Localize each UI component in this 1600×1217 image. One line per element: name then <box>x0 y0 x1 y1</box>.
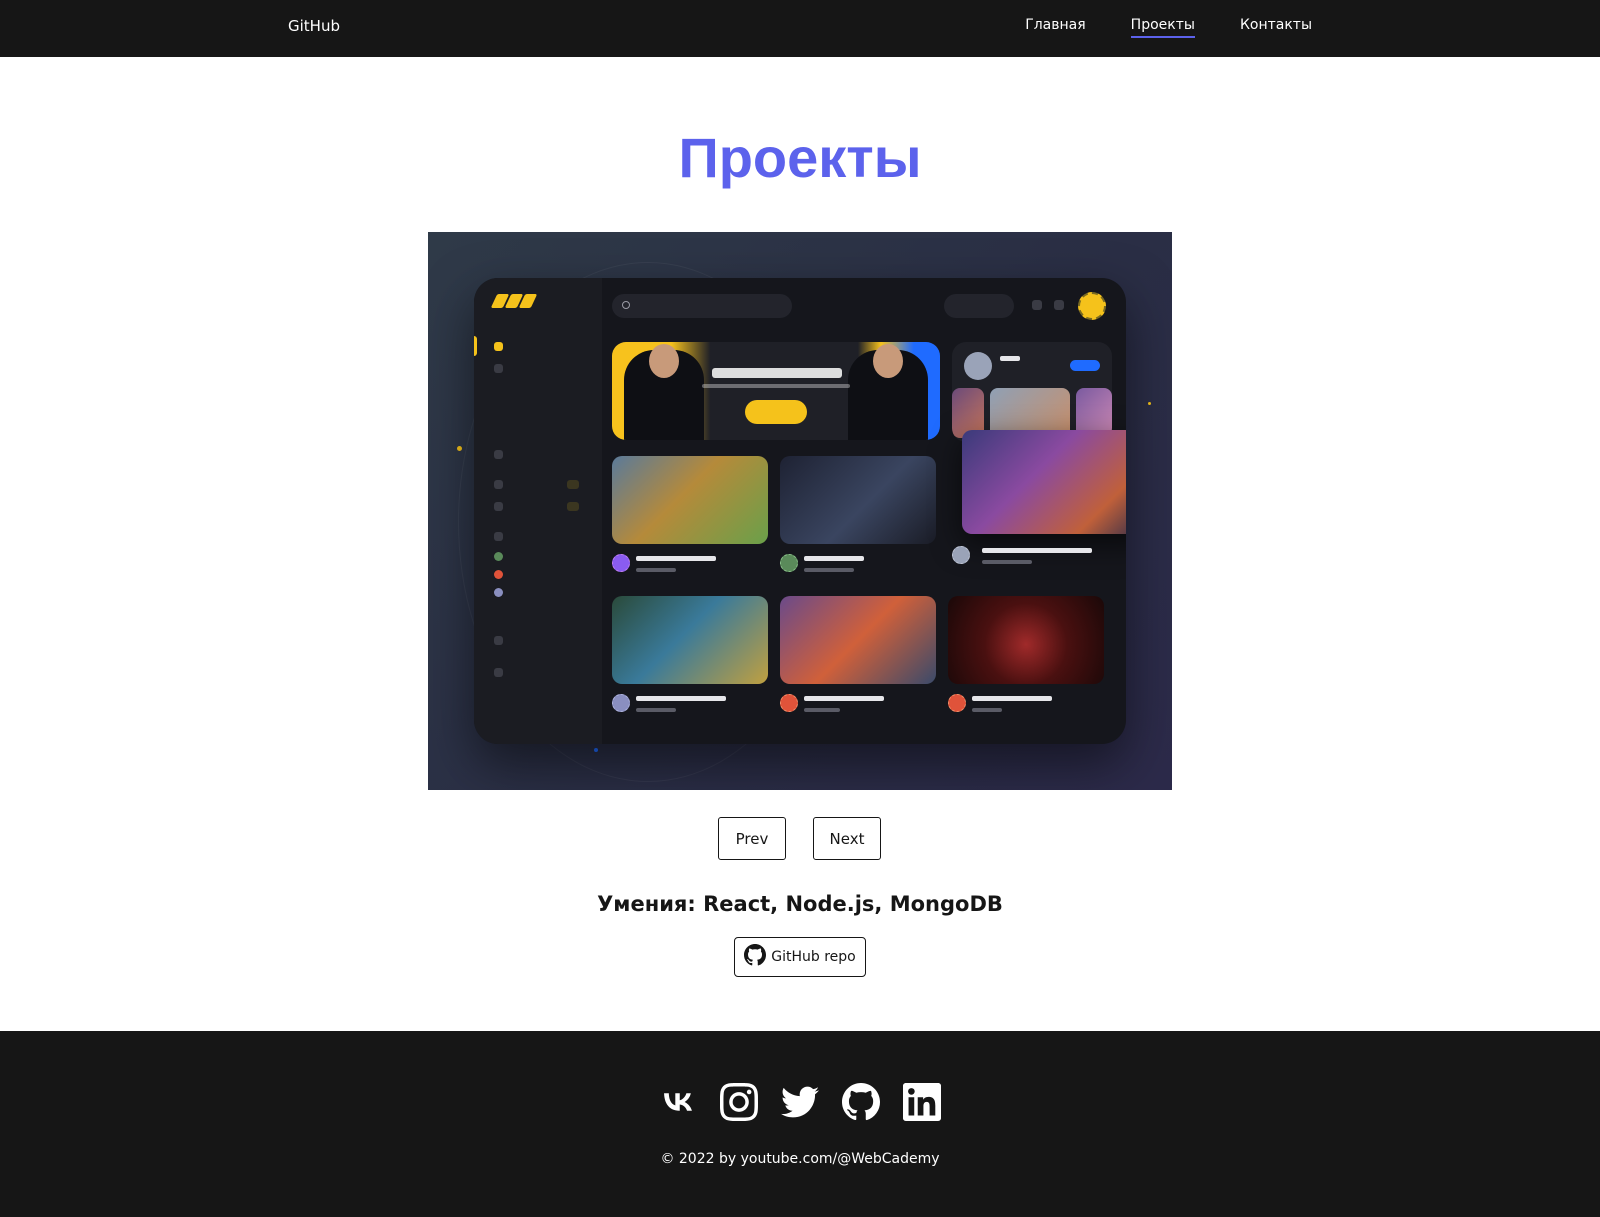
mock-video-subtitle <box>804 568 854 572</box>
nav-item-home[interactable]: Главная <box>1025 17 1085 38</box>
decorative-dot <box>1148 402 1151 405</box>
page-title: Проекты <box>678 126 922 189</box>
mock-video-subtitle <box>636 708 676 712</box>
mock-channel-avatar <box>612 554 630 572</box>
mock-video-thumbnail <box>612 596 768 684</box>
mock-sidebar <box>474 278 602 744</box>
mock-channel-avatar <box>780 554 798 572</box>
mock-playlist-icon <box>494 480 503 489</box>
main-nav: Главная Проекты Контакты <box>1025 17 1312 38</box>
mock-channel-avatar <box>780 694 798 712</box>
github-repo-button[interactable]: GitHub repo <box>734 937 866 977</box>
mock-search-bar <box>612 294 792 318</box>
mock-bell-icon <box>1054 300 1064 310</box>
social-links <box>0 1083 1600 1121</box>
mock-video-subtitle <box>972 708 1002 712</box>
mock-start-stream-button <box>944 294 1014 318</box>
mock-sub-avatar <box>494 552 503 561</box>
mock-download-icon <box>494 636 503 645</box>
mock-video-subtitle <box>804 708 840 712</box>
mock-home-icon <box>494 342 503 351</box>
linkedin-icon[interactable] <box>903 1083 941 1121</box>
mock-discover-icon <box>494 364 503 373</box>
mock-channel-avatar <box>948 694 966 712</box>
mock-badge <box>567 480 579 489</box>
mock-user-avatar <box>1078 292 1106 320</box>
mock-hero-banner <box>612 342 940 440</box>
mock-video-thumbnail <box>948 596 1104 684</box>
mock-video-title <box>804 556 864 561</box>
mock-video-subtitle <box>982 560 1032 564</box>
mock-video-title <box>636 696 726 701</box>
mock-active-indicator <box>474 336 477 356</box>
prev-button[interactable]: Prev <box>718 817 786 860</box>
site-header: GitHub Главная Проекты Контакты <box>0 0 1600 57</box>
mock-video-thumbnail <box>780 596 936 684</box>
mock-video-title <box>804 696 884 701</box>
copyright-text: © 2022 by youtube.com/@WebCademy <box>660 1151 940 1167</box>
mock-settings-icon <box>494 668 503 677</box>
github-icon <box>744 944 767 970</box>
vk-icon[interactable] <box>659 1083 697 1121</box>
decorative-dot <box>594 748 598 752</box>
mock-logo-icon <box>490 294 538 308</box>
mock-favorites-icon <box>494 502 503 511</box>
nav-item-projects[interactable]: Проекты <box>1130 17 1195 38</box>
github-icon[interactable] <box>842 1083 880 1121</box>
dashboard-mockup <box>474 278 1126 744</box>
mock-sub-avatar <box>494 570 503 579</box>
mock-sub-avatar <box>494 588 503 597</box>
mock-banner-subtext <box>702 384 850 388</box>
project-preview-image <box>428 232 1172 790</box>
mock-video-subtitle <box>636 568 676 572</box>
mock-watch-button <box>745 400 807 424</box>
project-skills: Умения: React, Node.js, MongoDB <box>597 892 1003 916</box>
logo-link[interactable]: GitHub <box>288 17 340 35</box>
mock-streams-icon <box>494 450 503 459</box>
decorative-dot <box>457 446 462 451</box>
mock-player-right <box>848 344 928 440</box>
twitter-icon[interactable] <box>781 1083 819 1121</box>
site-footer: © 2022 by youtube.com/@WebCademy <box>0 1031 1600 1217</box>
nav-item-contacts[interactable]: Контакты <box>1240 17 1312 38</box>
mock-subscriptions-icon <box>494 532 503 541</box>
mock-channel-avatar <box>612 694 630 712</box>
mock-channel-avatar <box>952 546 970 564</box>
mock-video-thumbnail <box>612 456 768 544</box>
instagram-icon[interactable] <box>720 1083 758 1121</box>
mock-chat-icon <box>1032 300 1042 310</box>
mock-banner-heading <box>712 368 842 378</box>
github-repo-label: GitHub repo <box>771 949 856 965</box>
mock-video-thumbnail <box>780 456 936 544</box>
mock-video-title <box>982 548 1092 553</box>
mock-featured-thumbnail <box>962 430 1126 534</box>
next-button[interactable]: Next <box>813 817 881 860</box>
mock-video-title <box>972 696 1052 701</box>
mock-video-title <box>636 556 716 561</box>
mock-badge <box>567 502 579 511</box>
mock-profile-card <box>952 342 1112 442</box>
mock-player-left <box>624 344 704 440</box>
